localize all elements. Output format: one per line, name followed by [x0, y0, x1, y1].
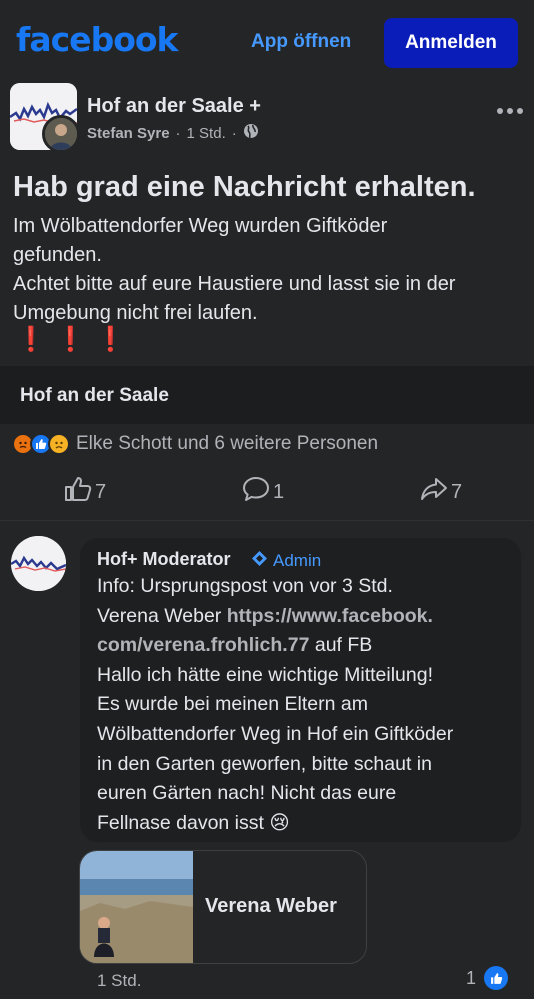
share-arrow-icon	[420, 476, 448, 508]
moderator-avatar-image	[11, 536, 66, 591]
post-body-line: Im Wölbattendorfer Weg wurden Giftköder	[13, 215, 388, 237]
comment-link-suffix: auf FB	[314, 634, 373, 657]
group-name[interactable]: Hof an der Saale +	[87, 95, 261, 118]
meta-separator: ·	[231, 124, 237, 142]
comment-count: 1	[273, 480, 285, 503]
diamond-admin-icon	[251, 550, 268, 572]
post-body-line: Achtet bitte auf eure Haustiere und lass…	[13, 273, 456, 295]
thumbs-up-icon	[64, 476, 92, 508]
admin-badge-label: Admin	[273, 551, 322, 570]
comment-time[interactable]: 1 Std.	[97, 971, 141, 991]
post-time[interactable]: 1 Std.	[187, 125, 226, 142]
facebook-logo[interactable]: facebook	[16, 20, 178, 59]
like-count: 7	[95, 480, 107, 503]
post-body-line: Umgebung nicht frei laufen.	[13, 302, 258, 324]
globe-icon	[243, 123, 259, 143]
exclamation-emojis: ❗❗❗	[16, 326, 136, 353]
moderator-avatar[interactable]	[11, 536, 66, 591]
open-app-link[interactable]: App öffnen	[251, 31, 351, 53]
group-bar-label[interactable]: Hof an der Saale	[20, 385, 169, 407]
comment-author[interactable]: Hof+ Moderator	[97, 549, 231, 570]
post-body: Im Wölbattendorfer Weg wurden Giftköder …	[13, 212, 523, 328]
share-count: 7	[451, 480, 463, 503]
top-bar: facebook App öffnen Anmelden	[0, 0, 534, 84]
post-headline: Hab grad eine Nachricht erhalten.	[13, 171, 476, 203]
author-avatar-image	[45, 118, 77, 150]
link-card-title[interactable]: Verena Weber	[205, 895, 337, 918]
link-card-thumbnail	[80, 851, 193, 963]
divider	[0, 520, 534, 521]
share-button[interactable]: 7	[420, 476, 462, 508]
comment-line: com/verena.frohlich.77 auf FB	[97, 631, 517, 661]
author-avatar[interactable]	[42, 115, 80, 153]
reactions-text[interactable]: Elke Schott und 6 weitere Personen	[76, 433, 378, 455]
comment-line: Wölbattendorfer Weg in Hof ein Giftköder	[97, 722, 454, 745]
admin-badge: Admin	[247, 548, 329, 574]
like-reaction-icon	[484, 966, 509, 990]
comment-line: in den Garten geworfen, bitte schaut in	[97, 752, 432, 775]
comment-line: Hallo ich hätte eine wichtige Mitteilung…	[97, 663, 434, 686]
comment-name: Verena Weber	[97, 604, 222, 627]
comment-line: Info: Ursprungspost von vor 3 Std.	[97, 575, 393, 597]
comment-line: Verena Weber https://www.facebook.	[97, 602, 517, 632]
comment-button[interactable]: 1	[242, 476, 284, 508]
profile-link-card[interactable]: Verena Weber	[79, 850, 367, 964]
author-name[interactable]: Stefan Syre	[87, 125, 170, 142]
comment-text: Info: Ursprungspost von vor 3 Std. Veren…	[97, 572, 517, 838]
crying-emoji: 😢	[269, 811, 290, 834]
post-meta: Stefan Syre · 1 Std. ·	[87, 123, 259, 143]
comment-likes[interactable]: 1	[466, 966, 509, 990]
comment-last-text: Fellnase davon isst	[97, 811, 264, 834]
reactions-summary[interactable]: Elke Schott und 6 weitere Personen	[12, 432, 378, 456]
comment-like-count: 1	[466, 967, 477, 988]
comment-link-continued[interactable]: com/verena.frohlich.77	[97, 634, 309, 656]
login-button[interactable]: Anmelden	[384, 18, 518, 68]
post-actions: 7 1 7	[0, 468, 534, 514]
comment-line: Es wurde bei meinen Eltern am	[97, 693, 368, 716]
comment-bubble-icon	[242, 476, 270, 508]
meta-separator: ·	[175, 124, 181, 142]
comment-link[interactable]: https://www.facebook.	[227, 605, 433, 627]
post-body-line: gefunden.	[13, 244, 102, 266]
sad-reaction-icon	[48, 433, 70, 455]
like-button[interactable]: 7	[64, 476, 106, 508]
more-options-icon[interactable]	[496, 92, 524, 123]
comment-line: euren Gärten nach! Nicht das eure	[97, 782, 397, 805]
comment-line: Fellnase davon isst 😢	[97, 809, 517, 839]
